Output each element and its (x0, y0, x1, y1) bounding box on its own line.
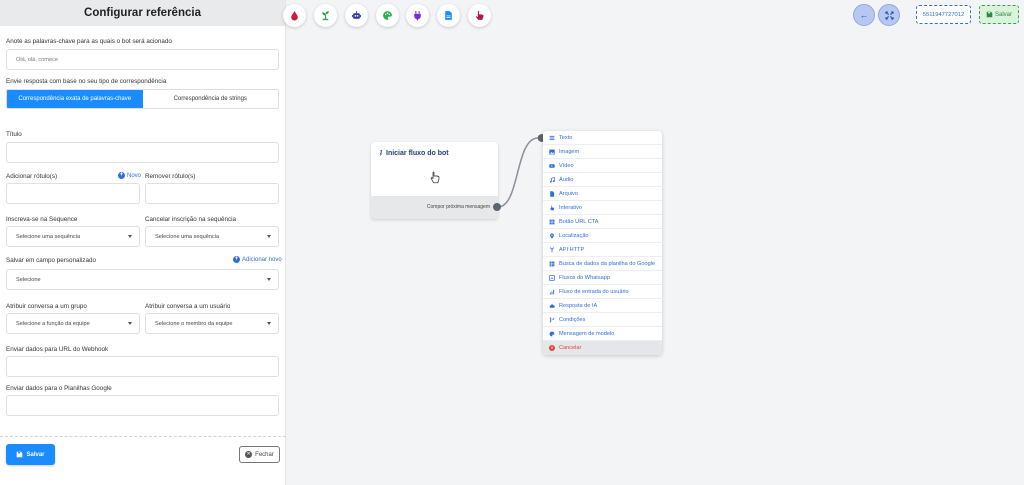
sheet-icon (549, 261, 555, 267)
start-flow-node[interactable]: Iniciar fluxo do bot Compor próxima mens… (371, 142, 501, 219)
menu-item-label: Mensagem de modelo (559, 330, 615, 337)
menu-item-label: Fluxos do Whatsapp (559, 274, 610, 281)
menu-item-label: Condições (559, 316, 586, 323)
node-body: Iniciar fluxo do bot (371, 142, 498, 196)
menu-item-arquivo[interactable]: Arquivo (543, 187, 662, 201)
menu-item-botao-url-cta[interactable]: Botão URL CTA (543, 215, 662, 229)
menu-item-label: Busca de dados da planilha do Google (559, 260, 656, 267)
menu-item-interativo[interactable]: Interativo (543, 201, 662, 215)
video-icon (549, 163, 555, 169)
menu-item-template-message[interactable]: Mensagem de modelo (543, 327, 662, 341)
menu-item-label: Interativo (559, 204, 583, 211)
chart-icon (549, 289, 555, 295)
node-title-text: Iniciar fluxo do bot (386, 150, 449, 157)
menu-item-label: Localização (559, 232, 589, 239)
menu-item-label: Cancelar (559, 345, 582, 351)
menu-item-whatsapp-flows[interactable]: Fluxos do Whatsapp (543, 271, 662, 285)
menu-item-conditions[interactable]: Condições (543, 313, 662, 327)
add-block-menu: Texto Imagem Vídeo Áudio Arquivo Interat… (543, 131, 662, 355)
cloud-icon (549, 303, 555, 309)
compose-next-message[interactable]: Compor próxima mensagem (427, 204, 490, 210)
flow-icon (549, 274, 555, 281)
location-icon (549, 232, 555, 239)
menu-item-ai-response[interactable]: Resposta de IA (543, 299, 662, 313)
menu-item-label: Fluxo de entrada do usuário (559, 288, 629, 295)
menu-item-label: Vídeo (559, 162, 574, 169)
menu-item-label: Áudio (559, 176, 574, 183)
menu-item-label: Botão URL CTA (559, 218, 599, 225)
menu-item-api-http[interactable]: API HTTP (543, 243, 662, 257)
hand-cursor-icon (430, 171, 440, 184)
api-icon (549, 246, 555, 253)
node-title: Iniciar fluxo do bot (378, 150, 449, 157)
person-walking-icon (379, 150, 383, 157)
menu-item-user-input-flow[interactable]: Fluxo de entrada do usuário (543, 285, 662, 299)
file-icon (549, 190, 555, 197)
menu-item-cancel[interactable]: ✕ Cancelar (543, 341, 662, 355)
menu-item-google-sheets[interactable]: Busca de dados da planilha do Google (543, 257, 662, 271)
menu-item-imagem[interactable]: Imagem (543, 145, 662, 159)
template-icon (549, 331, 555, 337)
image-icon (549, 149, 555, 155)
menu-item-label: Imagem (559, 148, 580, 155)
menu-item-localizacao[interactable]: Localização (543, 229, 662, 243)
menu-item-label: API HTTP (559, 246, 585, 253)
connection-edge (497, 135, 544, 208)
menu-item-video[interactable]: Vídeo (543, 159, 662, 173)
menu-item-label: Resposta de IA (559, 302, 598, 309)
menu-item-audio[interactable]: Áudio (543, 173, 662, 187)
music-icon (549, 176, 555, 183)
list-icon (549, 135, 555, 141)
menu-item-label: Arquivo (559, 190, 578, 197)
branch-icon (549, 316, 555, 323)
menu-item-label: Texto (559, 134, 573, 141)
close-icon: ✕ (549, 345, 555, 351)
interactive-icon (549, 204, 555, 211)
menu-item-texto[interactable]: Texto (543, 131, 662, 145)
grid-icon (549, 219, 555, 225)
node-output-handle[interactable] (493, 203, 501, 211)
